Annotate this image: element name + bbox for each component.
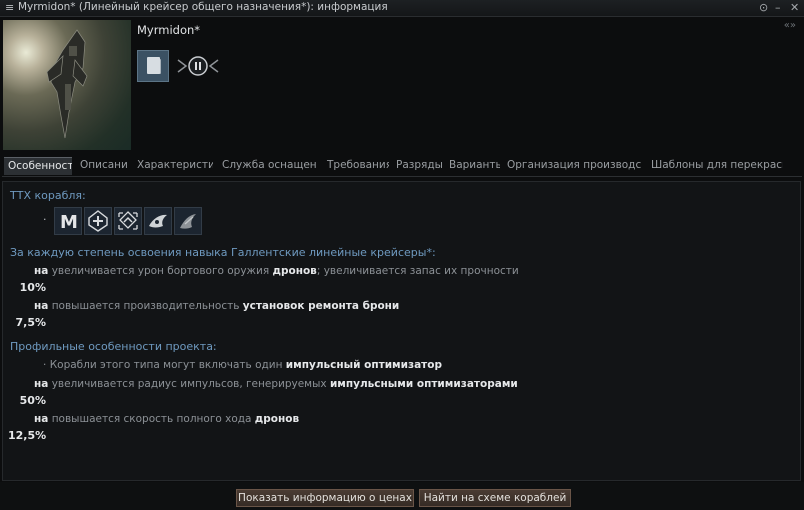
hamburger-icon[interactable]: ≡ <box>5 0 14 15</box>
tab-mastery[interactable]: Разряды <box>392 157 444 175</box>
tab-skins[interactable]: Шаблоны для перекраски <box>647 157 783 175</box>
minimize-icon[interactable]: – <box>775 0 781 15</box>
ttx-heading: ТТХ корабля: <box>10 189 86 202</box>
tab-description[interactable]: Описание <box>76 157 128 175</box>
bonus-percent: 10% <box>19 281 46 294</box>
skill-icon <box>177 56 219 76</box>
collapse-icon[interactable]: «» <box>784 20 796 31</box>
find-in-ship-tree-button[interactable]: Найти на схеме кораблей <box>419 489 571 507</box>
bonus-line: на повышается производительность установ… <box>34 300 400 312</box>
skill-button[interactable] <box>176 50 219 82</box>
bullet: · <box>43 213 47 226</box>
bonus-line: на увеличивается радиус импульсов, генер… <box>34 378 518 390</box>
bonus-line: на повышается скорость полного хода дрон… <box>34 413 300 425</box>
ship-name: Myrmidon* <box>137 23 201 37</box>
repair-icon <box>84 207 112 235</box>
tab-requirements[interactable]: Требования <box>323 157 389 175</box>
title-bar: ≡ Myrmidon* (Линейный крейсер общего наз… <box>0 0 804 17</box>
window-title: Myrmidon* (Линейный крейсер общего назна… <box>18 1 388 13</box>
bonus-percent: 7,5% <box>15 316 46 329</box>
drone-ship-icon <box>174 207 202 235</box>
role-bullet-line: · Корабли этого типа могут включать один… <box>43 359 442 371</box>
medium-size-icon: M <box>54 207 82 235</box>
show-price-button[interactable]: Показать информацию о ценах <box>236 489 414 507</box>
tab-industry[interactable]: Организация производства <box>503 157 641 175</box>
tab-traits[interactable]: Особенности <box>4 157 72 175</box>
close-icon[interactable]: ✕ <box>790 0 799 15</box>
skill-bonus-heading: За каждую степень освоения навыка Галлен… <box>10 246 436 259</box>
settings-icon[interactable]: ⊙ <box>759 0 768 15</box>
tab-fitting[interactable]: Служба оснащения <box>218 157 316 175</box>
bonus-percent: 12,5% <box>8 429 47 442</box>
drone-icon <box>144 207 172 235</box>
ship-portrait <box>3 20 131 150</box>
tab-bar: Особенности Описание Характеристики Служ… <box>2 154 802 177</box>
role-bonus-heading: Профильные особенности проекта: <box>10 340 217 353</box>
bonus-line: на увеличивается урон бортового оружия д… <box>34 265 519 277</box>
svg-text:M: M <box>60 212 78 233</box>
burst-projector-icon <box>114 207 142 235</box>
show-info-button[interactable] <box>137 50 169 82</box>
tab-variations[interactable]: Варианты <box>445 157 500 175</box>
bonus-percent: 50% <box>19 394 46 407</box>
tab-attributes[interactable]: Характеристики <box>133 157 213 175</box>
